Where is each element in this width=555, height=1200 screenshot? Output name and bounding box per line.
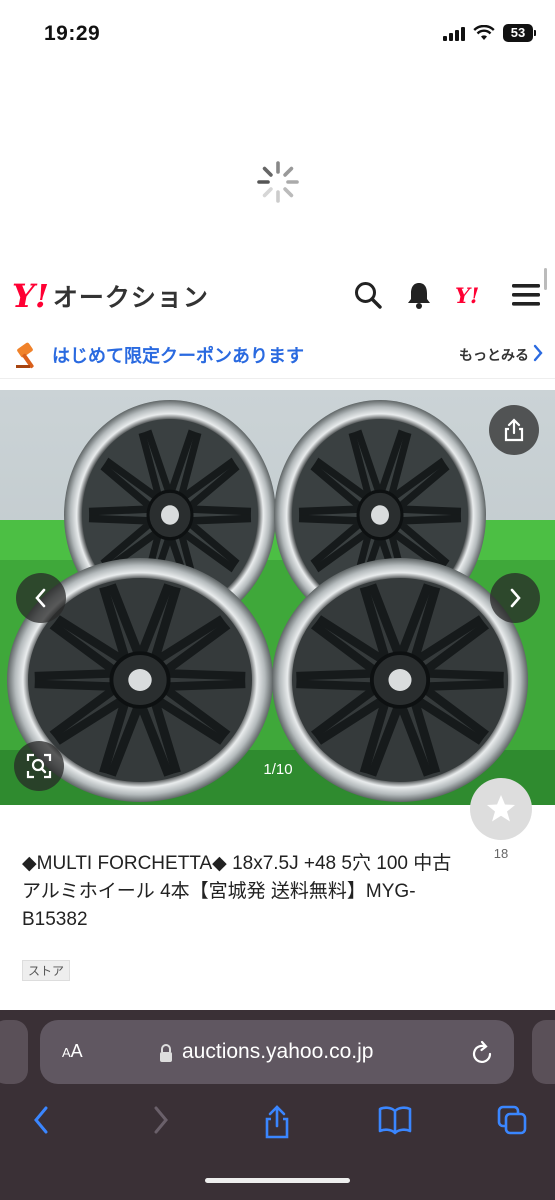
search-icon[interactable]	[353, 280, 383, 310]
star-icon	[487, 795, 515, 822]
forward-icon[interactable]	[150, 1104, 172, 1136]
loading-area	[0, 70, 555, 260]
store-badge: ストア	[22, 960, 71, 981]
chevron-left-icon	[35, 588, 46, 608]
gallery-next-button[interactable]	[490, 573, 540, 623]
yahoo-logo-mark: Y!	[12, 277, 49, 315]
home-indicator	[205, 1178, 350, 1183]
gallery-counter: 1/10	[263, 761, 293, 778]
site-header: Y! オークション Y!	[0, 260, 555, 331]
header-icons: Y!	[353, 280, 541, 310]
prev-tab-peek[interactable]	[0, 1020, 28, 1084]
item-title: ◆MULTI FORCHETTA◆ 18x7.5J +48 5穴 100 中古 …	[22, 853, 452, 930]
share-icon	[504, 418, 524, 442]
status-icons: 53	[443, 24, 536, 42]
watchlist-button[interactable]	[470, 778, 532, 840]
bell-icon[interactable]	[405, 280, 433, 310]
watchlist-count: 18	[493, 846, 509, 861]
lens-scan-icon	[26, 753, 52, 779]
share-button[interactable]	[489, 405, 539, 455]
url-text[interactable]: auctions.yahoo.co.jp	[182, 1040, 373, 1064]
image-search-button[interactable]	[14, 741, 64, 791]
wifi-icon	[473, 25, 495, 40]
reload-icon[interactable]	[470, 1040, 494, 1066]
coupon-banner[interactable]: はじめて限定クーポンあります もっとみる	[0, 330, 555, 379]
back-icon[interactable]	[30, 1104, 52, 1136]
yahoo-y-icon[interactable]: Y!	[455, 283, 489, 307]
image-gallery[interactable]	[0, 390, 555, 805]
menu-icon[interactable]	[511, 282, 541, 308]
status-time: 19:29	[44, 22, 101, 45]
scroll-indicator	[544, 268, 547, 290]
lock-icon	[160, 1044, 172, 1062]
yahoo-auction-logo[interactable]: Y! オークション	[12, 278, 209, 314]
aa-small: A	[62, 1045, 71, 1060]
status-bar: 19:29 53	[0, 0, 555, 70]
hammer-icon	[16, 342, 34, 369]
aa-large: A	[70, 1041, 83, 1061]
reader-format-button[interactable]: AA	[62, 1041, 83, 1062]
loading-spinner-icon	[257, 161, 299, 203]
share-icon[interactable]	[262, 1104, 292, 1140]
next-tab-peek[interactable]	[532, 1020, 555, 1084]
battery-icon: 53	[503, 24, 536, 42]
bookmarks-icon[interactable]	[377, 1104, 413, 1136]
product-photo-wheels	[0, 390, 555, 805]
coupon-more-link[interactable]: もっとみる	[459, 345, 529, 365]
coupon-text[interactable]: はじめて限定クーポンあります	[52, 342, 304, 368]
tabs-icon[interactable]	[496, 1104, 528, 1136]
chevron-right-icon	[510, 588, 521, 608]
cellular-signal-icon	[443, 25, 465, 41]
chevron-right-icon	[533, 344, 543, 362]
gallery-prev-button[interactable]	[16, 573, 66, 623]
svg-text:Y!: Y!	[455, 283, 479, 307]
logo-text: オークション	[52, 284, 209, 312]
